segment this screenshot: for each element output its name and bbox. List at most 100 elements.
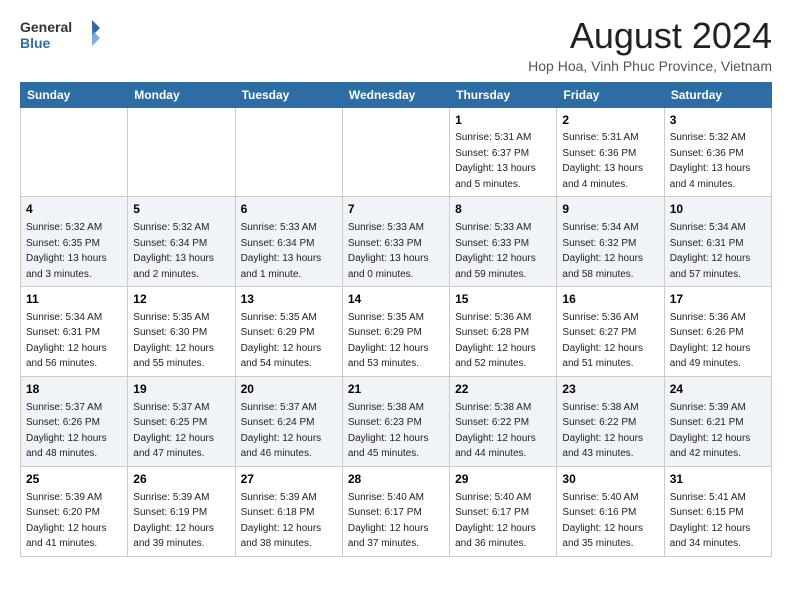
day-number: 2 xyxy=(562,112,658,129)
day-info: Sunrise: 5:41 AMSunset: 6:15 PMDaylight:… xyxy=(670,492,751,550)
day-info: Sunrise: 5:33 AMSunset: 6:33 PMDaylight:… xyxy=(455,222,536,280)
day-info: Sunrise: 5:32 AMSunset: 6:34 PMDaylight:… xyxy=(133,222,214,280)
day-info: Sunrise: 5:40 AMSunset: 6:16 PMDaylight:… xyxy=(562,492,643,550)
svg-text:General: General xyxy=(20,19,72,35)
main-title: August 2024 xyxy=(528,16,772,56)
day-info: Sunrise: 5:34 AMSunset: 6:31 PMDaylight:… xyxy=(26,312,107,370)
table-cell: 6Sunrise: 5:33 AMSunset: 6:34 PMDaylight… xyxy=(235,197,342,287)
day-number: 13 xyxy=(241,291,337,308)
sub-title: Hop Hoa, Vinh Phuc Province, Vietnam xyxy=(528,58,772,74)
day-number: 3 xyxy=(670,112,766,129)
table-cell xyxy=(21,107,128,197)
table-cell: 11 Sunrise: 5:34 AMSunset: 6:31 PMDayligh… xyxy=(21,287,128,377)
day-info: Sunrise: 5:31 AMSunset: 6:37 PMDaylight:… xyxy=(455,132,536,190)
day-number: 18 xyxy=(26,381,122,398)
col-monday: Monday xyxy=(128,82,235,107)
day-info: Sunrise: 5:38 AMSunset: 6:23 PMDaylight:… xyxy=(348,402,429,460)
day-number: 21 xyxy=(348,381,444,398)
calendar-body: 1 Sunrise: 5:31 AMSunset: 6:37 PMDaylight… xyxy=(21,107,772,556)
col-friday: Friday xyxy=(557,82,664,107)
table-cell: 7Sunrise: 5:33 AMSunset: 6:33 PMDaylight… xyxy=(342,197,449,287)
table-cell xyxy=(235,107,342,197)
day-info: Sunrise: 5:35 AMSunset: 6:29 PMDaylight:… xyxy=(241,312,322,370)
table-cell: 1 Sunrise: 5:31 AMSunset: 6:37 PMDaylight… xyxy=(450,107,557,197)
calendar-row: 25 Sunrise: 5:39 AMSunset: 6:20 PMDayligh… xyxy=(21,466,772,556)
day-info: Sunrise: 5:35 AMSunset: 6:30 PMDaylight:… xyxy=(133,312,214,370)
logo: General Blue xyxy=(20,16,100,52)
day-number: 6 xyxy=(241,201,337,218)
day-info: Sunrise: 5:37 AMSunset: 6:25 PMDaylight:… xyxy=(133,402,214,460)
day-info: Sunrise: 5:32 AMSunset: 6:35 PMDaylight:… xyxy=(26,222,107,280)
table-cell: 19Sunrise: 5:37 AMSunset: 6:25 PMDayligh… xyxy=(128,376,235,466)
calendar-table: Sunday Monday Tuesday Wednesday Thursday… xyxy=(20,82,772,557)
day-number: 24 xyxy=(670,381,766,398)
day-number: 17 xyxy=(670,291,766,308)
day-info: Sunrise: 5:36 AMSunset: 6:27 PMDaylight:… xyxy=(562,312,643,370)
day-number: 29 xyxy=(455,471,551,488)
day-number: 15 xyxy=(455,291,551,308)
table-cell: 15Sunrise: 5:36 AMSunset: 6:28 PMDayligh… xyxy=(450,287,557,377)
table-cell xyxy=(342,107,449,197)
day-number: 26 xyxy=(133,471,229,488)
table-cell: 3 Sunrise: 5:32 AMSunset: 6:36 PMDaylight… xyxy=(664,107,771,197)
table-cell: 18Sunrise: 5:37 AMSunset: 6:26 PMDayligh… xyxy=(21,376,128,466)
day-number: 27 xyxy=(241,471,337,488)
day-number: 31 xyxy=(670,471,766,488)
day-number: 5 xyxy=(133,201,229,218)
table-cell: 4 Sunrise: 5:32 AMSunset: 6:35 PMDaylight… xyxy=(21,197,128,287)
title-block: August 2024 Hop Hoa, Vinh Phuc Province,… xyxy=(528,16,772,74)
table-cell: 27 Sunrise: 5:39 AMSunset: 6:18 PMDayligh… xyxy=(235,466,342,556)
table-cell: 8 Sunrise: 5:33 AMSunset: 6:33 PMDaylight… xyxy=(450,197,557,287)
table-cell: 29Sunrise: 5:40 AMSunset: 6:17 PMDayligh… xyxy=(450,466,557,556)
day-info: Sunrise: 5:39 AMSunset: 6:18 PMDaylight:… xyxy=(241,492,322,550)
col-thursday: Thursday xyxy=(450,82,557,107)
day-number: 12 xyxy=(133,291,229,308)
day-info: Sunrise: 5:39 AMSunset: 6:20 PMDaylight:… xyxy=(26,492,107,550)
day-info: Sunrise: 5:34 AMSunset: 6:32 PMDaylight:… xyxy=(562,222,643,280)
calendar-row: 11 Sunrise: 5:34 AMSunset: 6:31 PMDayligh… xyxy=(21,287,772,377)
col-wednesday: Wednesday xyxy=(342,82,449,107)
day-number: 9 xyxy=(562,201,658,218)
table-cell: 9 Sunrise: 5:34 AMSunset: 6:32 PMDaylight… xyxy=(557,197,664,287)
calendar-row: 4 Sunrise: 5:32 AMSunset: 6:35 PMDaylight… xyxy=(21,197,772,287)
table-cell: 10Sunrise: 5:34 AMSunset: 6:31 PMDayligh… xyxy=(664,197,771,287)
logo-svg: General Blue xyxy=(20,16,100,52)
table-cell: 30 Sunrise: 5:40 AMSunset: 6:16 PMDayligh… xyxy=(557,466,664,556)
day-number: 23 xyxy=(562,381,658,398)
day-number: 28 xyxy=(348,471,444,488)
day-info: Sunrise: 5:38 AMSunset: 6:22 PMDaylight:… xyxy=(455,402,536,460)
table-cell: 28Sunrise: 5:40 AMSunset: 6:17 PMDayligh… xyxy=(342,466,449,556)
table-cell: 23Sunrise: 5:38 AMSunset: 6:22 PMDayligh… xyxy=(557,376,664,466)
table-cell: 13 Sunrise: 5:35 AMSunset: 6:29 PMDayligh… xyxy=(235,287,342,377)
svg-text:Blue: Blue xyxy=(20,35,51,51)
calendar-row: 18Sunrise: 5:37 AMSunset: 6:26 PMDayligh… xyxy=(21,376,772,466)
col-sunday: Sunday xyxy=(21,82,128,107)
day-number: 8 xyxy=(455,201,551,218)
day-info: Sunrise: 5:37 AMSunset: 6:24 PMDaylight:… xyxy=(241,402,322,460)
table-cell: 20 Sunrise: 5:37 AMSunset: 6:24 PMDayligh… xyxy=(235,376,342,466)
day-number: 20 xyxy=(241,381,337,398)
day-number: 4 xyxy=(26,201,122,218)
day-number: 25 xyxy=(26,471,122,488)
day-number: 30 xyxy=(562,471,658,488)
day-info: Sunrise: 5:39 AMSunset: 6:21 PMDaylight:… xyxy=(670,402,751,460)
day-number: 1 xyxy=(455,112,551,129)
table-cell: 21 Sunrise: 5:38 AMSunset: 6:23 PMDayligh… xyxy=(342,376,449,466)
table-cell: 17 Sunrise: 5:36 AMSunset: 6:26 PMDayligh… xyxy=(664,287,771,377)
header: General Blue August 2024 Hop Hoa, Vinh P… xyxy=(20,16,772,74)
calendar-row: 1 Sunrise: 5:31 AMSunset: 6:37 PMDaylight… xyxy=(21,107,772,197)
day-info: Sunrise: 5:36 AMSunset: 6:26 PMDaylight:… xyxy=(670,312,751,370)
table-cell: 31 Sunrise: 5:41 AMSunset: 6:15 PMDayligh… xyxy=(664,466,771,556)
day-number: 22 xyxy=(455,381,551,398)
col-saturday: Saturday xyxy=(664,82,771,107)
day-number: 10 xyxy=(670,201,766,218)
day-info: Sunrise: 5:32 AMSunset: 6:36 PMDaylight:… xyxy=(670,132,751,190)
day-info: Sunrise: 5:31 AMSunset: 6:36 PMDaylight:… xyxy=(562,132,643,190)
table-cell: 25 Sunrise: 5:39 AMSunset: 6:20 PMDayligh… xyxy=(21,466,128,556)
table-cell xyxy=(128,107,235,197)
table-cell: 26Sunrise: 5:39 AMSunset: 6:19 PMDayligh… xyxy=(128,466,235,556)
day-number: 11 xyxy=(26,291,122,308)
col-tuesday: Tuesday xyxy=(235,82,342,107)
day-number: 16 xyxy=(562,291,658,308)
table-cell: 22 Sunrise: 5:38 AMSunset: 6:22 PMDayligh… xyxy=(450,376,557,466)
